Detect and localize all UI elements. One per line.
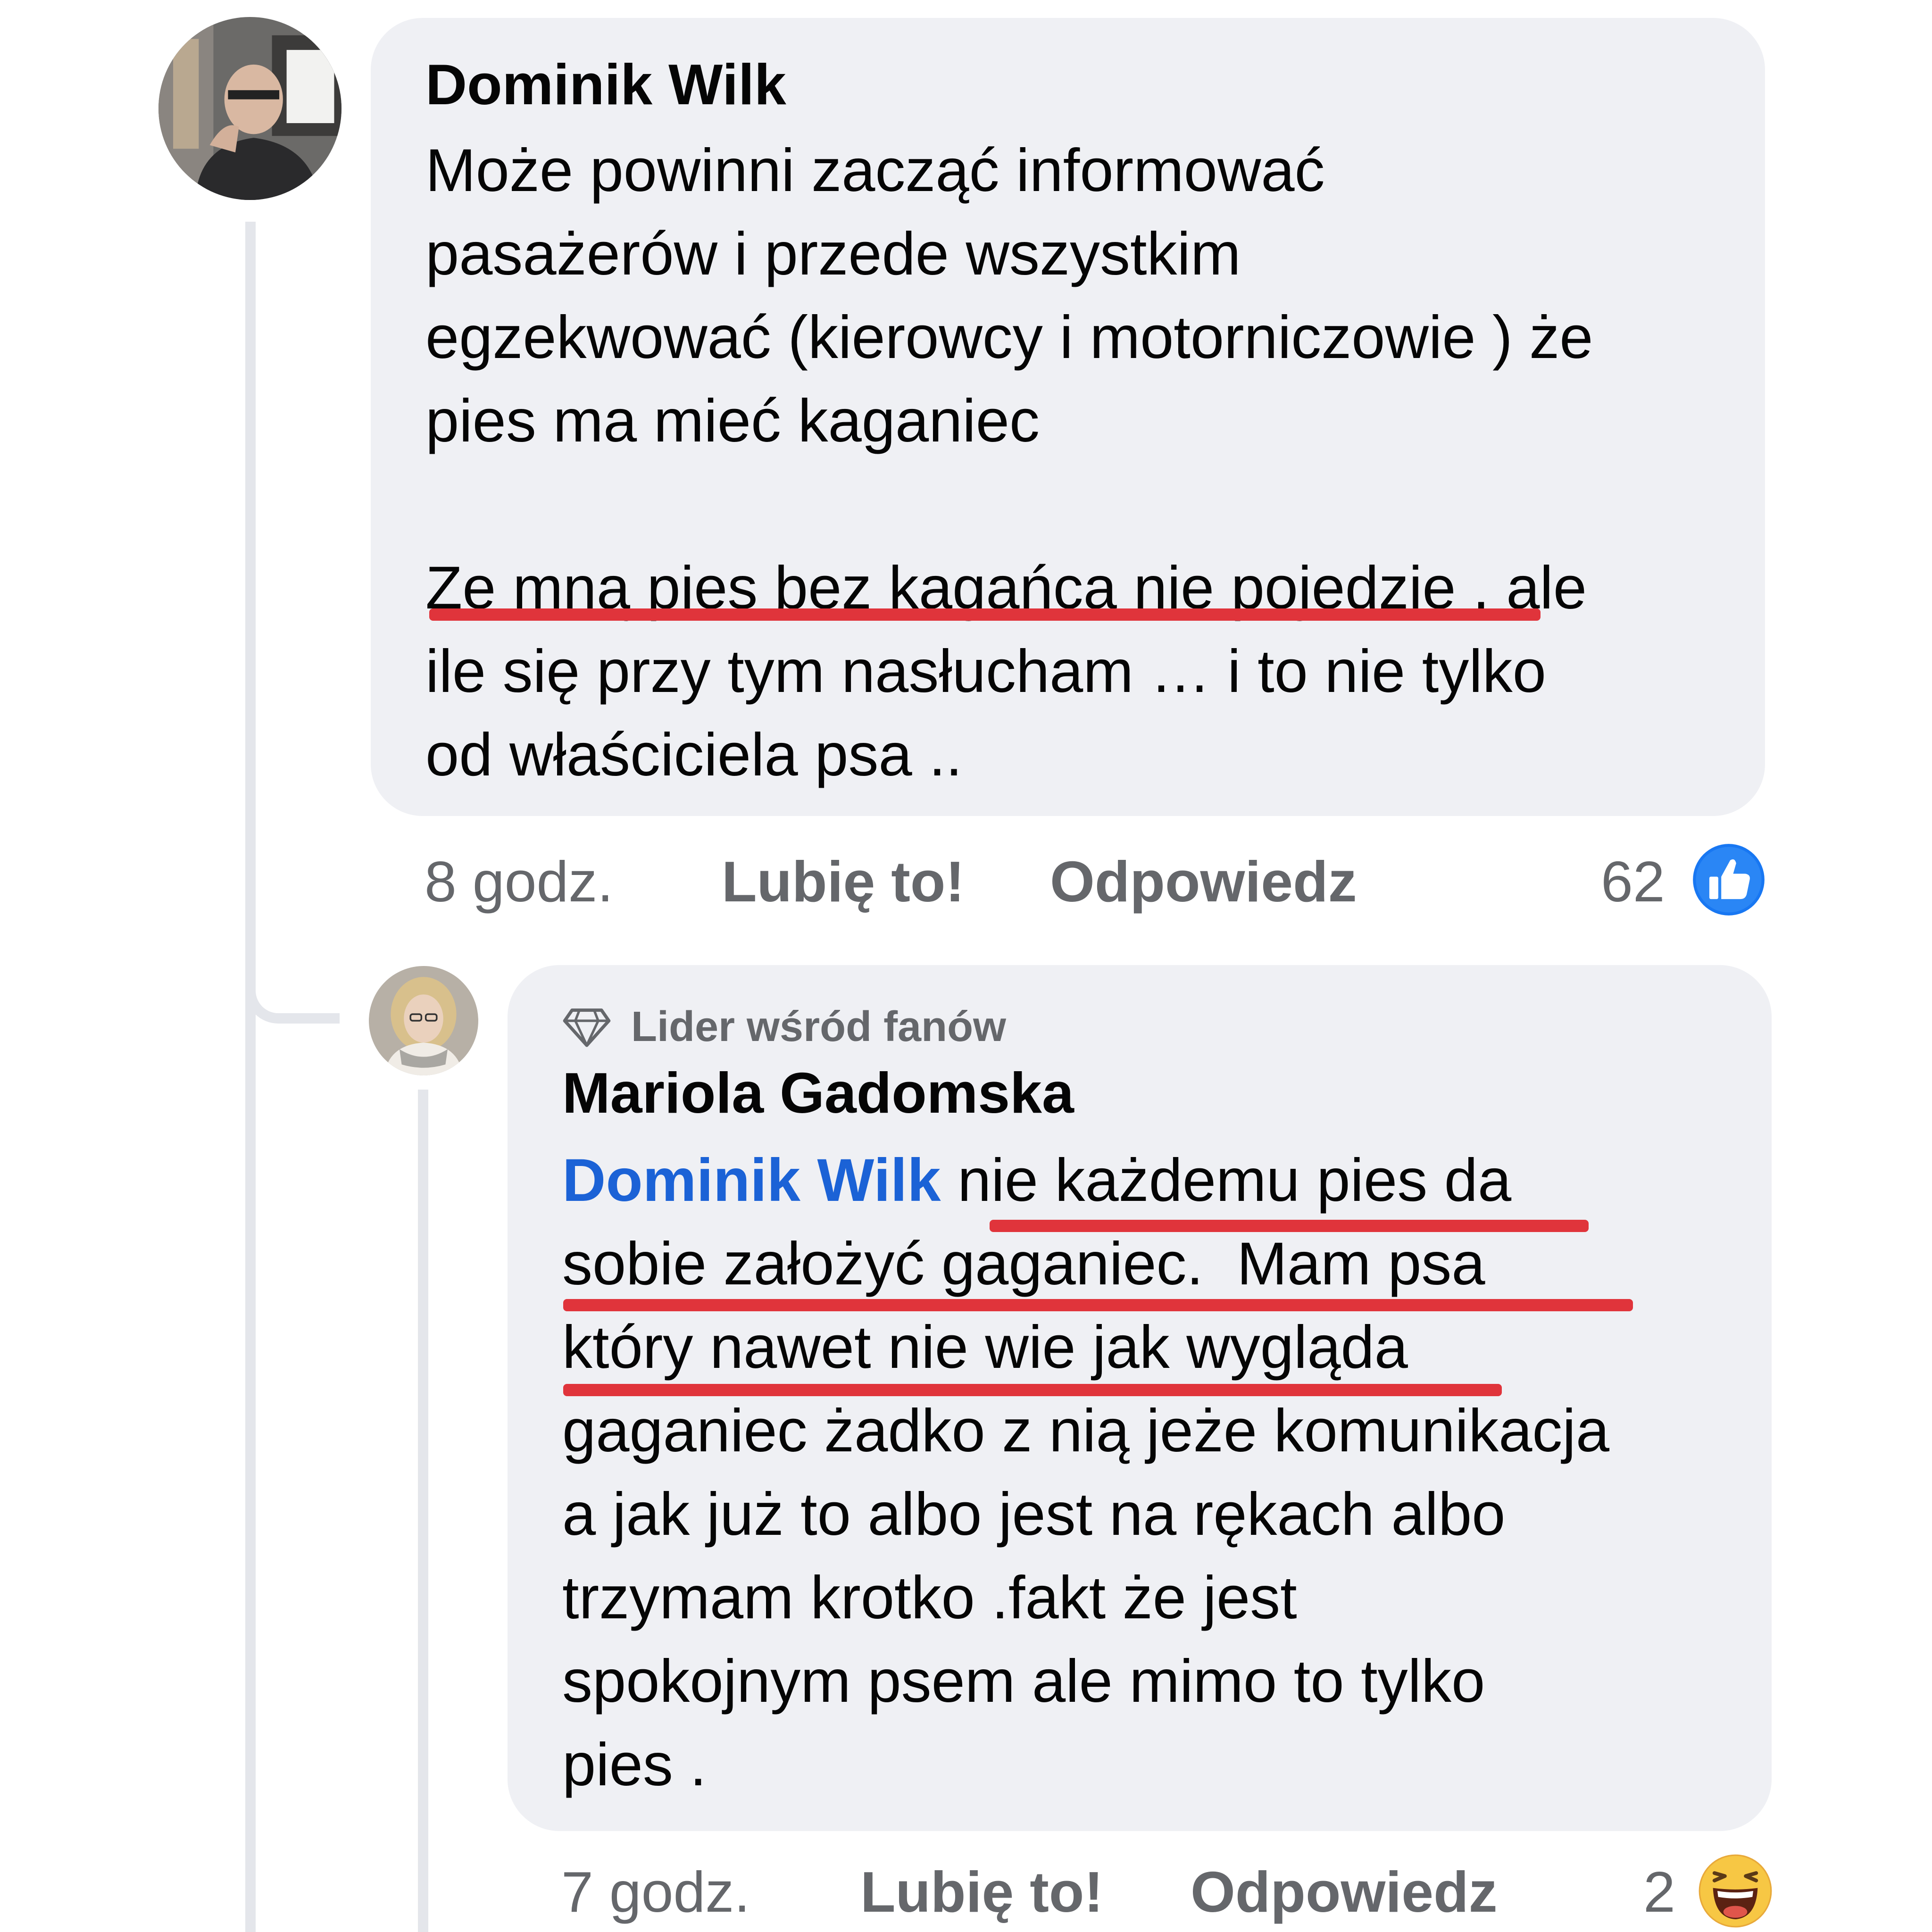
avatar-photo-mariola (369, 966, 478, 1075)
like-button-wrap: Lubię to! (860, 1863, 1103, 1921)
comment-actions: 8 godz. (425, 853, 613, 910)
comment-author[interactable]: Mariola Gadomska (562, 1064, 1074, 1122)
text-line: pies ma mieć kaganiec (425, 387, 1040, 455)
diamond-icon (563, 1008, 611, 1047)
thread-line-main (245, 222, 256, 1932)
thread-line-elbow (245, 920, 340, 1024)
fan-badge: Lider wśród fanów (562, 1003, 1006, 1051)
avatar[interactable] (369, 966, 478, 1075)
comment-author[interactable]: Dominik Wilk (425, 56, 786, 113)
text-line: spokojnym psem ale mimo to tylko (562, 1648, 1485, 1715)
text-line: gaganiec żadko z nią jeże komunikacja (562, 1397, 1609, 1465)
comment-timestamp[interactable]: 8 godz. (425, 849, 613, 914)
like-button-wrap: Lubię to! (722, 853, 965, 910)
reaction-count[interactable]: 62 (1601, 849, 1665, 914)
avatar-photo-dominik (158, 17, 341, 200)
text-line: a jak już to albo jest na rękach albo (562, 1481, 1506, 1548)
reaction-count[interactable]: 2 (1643, 1860, 1675, 1924)
reply-bubble: Lider wśród fanów Mariola Gadomska Domin… (508, 965, 1772, 1831)
like-icon[interactable] (1691, 842, 1766, 917)
comment-text: Dominik Wilk nie każdemu pies da sobie za… (562, 1139, 1609, 1807)
avatar[interactable] (158, 17, 341, 200)
text-line-first: Dominik Wilk nie każdemu pies da (562, 1139, 1609, 1222)
red-underline-annotation (990, 1220, 1589, 1232)
reaction-count-wrap: 62 (1601, 853, 1665, 910)
text-line: Może powinni zacząć informować (425, 137, 1325, 204)
reply-button-wrap: Odpowiedz (1050, 853, 1357, 910)
empty-line (425, 463, 1593, 546)
red-underline-annotation (429, 608, 1541, 621)
text-line: ile się przy tym nasłucham … i to nie ty… (425, 638, 1546, 705)
text-line: od właściciela psa .. (425, 721, 963, 789)
red-underline-annotation (563, 1299, 1633, 1311)
text-line: sobie założyć gaganiec. Mam psa (562, 1230, 1485, 1298)
like-button[interactable]: Lubię to! (722, 849, 965, 914)
comment-text: Może powinni zacząć informować pasażerów … (425, 129, 1593, 797)
reply-button[interactable]: Odpowiedz (1050, 849, 1357, 914)
reply-timestamp-wrap: 7 godz. (561, 1863, 750, 1921)
comment-timestamp[interactable]: 7 godz. (561, 1860, 750, 1924)
like-button[interactable]: Lubię to! (860, 1860, 1103, 1924)
red-underline-annotation (563, 1384, 1502, 1396)
text-fragment: nie każdemu pies da (941, 1147, 1512, 1214)
haha-emoji-icon[interactable] (1698, 1854, 1773, 1928)
text-line: pies . (562, 1731, 707, 1799)
text-line: trzymam krotko .fakt że jest (562, 1564, 1297, 1632)
badge-label: Lider wśród fanów (631, 1003, 1007, 1050)
text-line: który nawet nie wie jak wygląda (562, 1314, 1408, 1381)
thread-line-reply (418, 1090, 428, 1932)
comment-bubble: Dominik Wilk Może powinni zacząć informo… (371, 18, 1765, 816)
text-line: egzekwować (kierowcy i motorniczowie ) ż… (425, 304, 1593, 371)
text-line: pasażerów i przede wszystkim (425, 220, 1241, 288)
reaction-count-wrap: 2 (1643, 1863, 1675, 1921)
mention-link[interactable]: Dominik Wilk (562, 1147, 941, 1214)
reply-button-wrap: Odpowiedz (1191, 1863, 1498, 1921)
reply-button[interactable]: Odpowiedz (1191, 1860, 1498, 1924)
